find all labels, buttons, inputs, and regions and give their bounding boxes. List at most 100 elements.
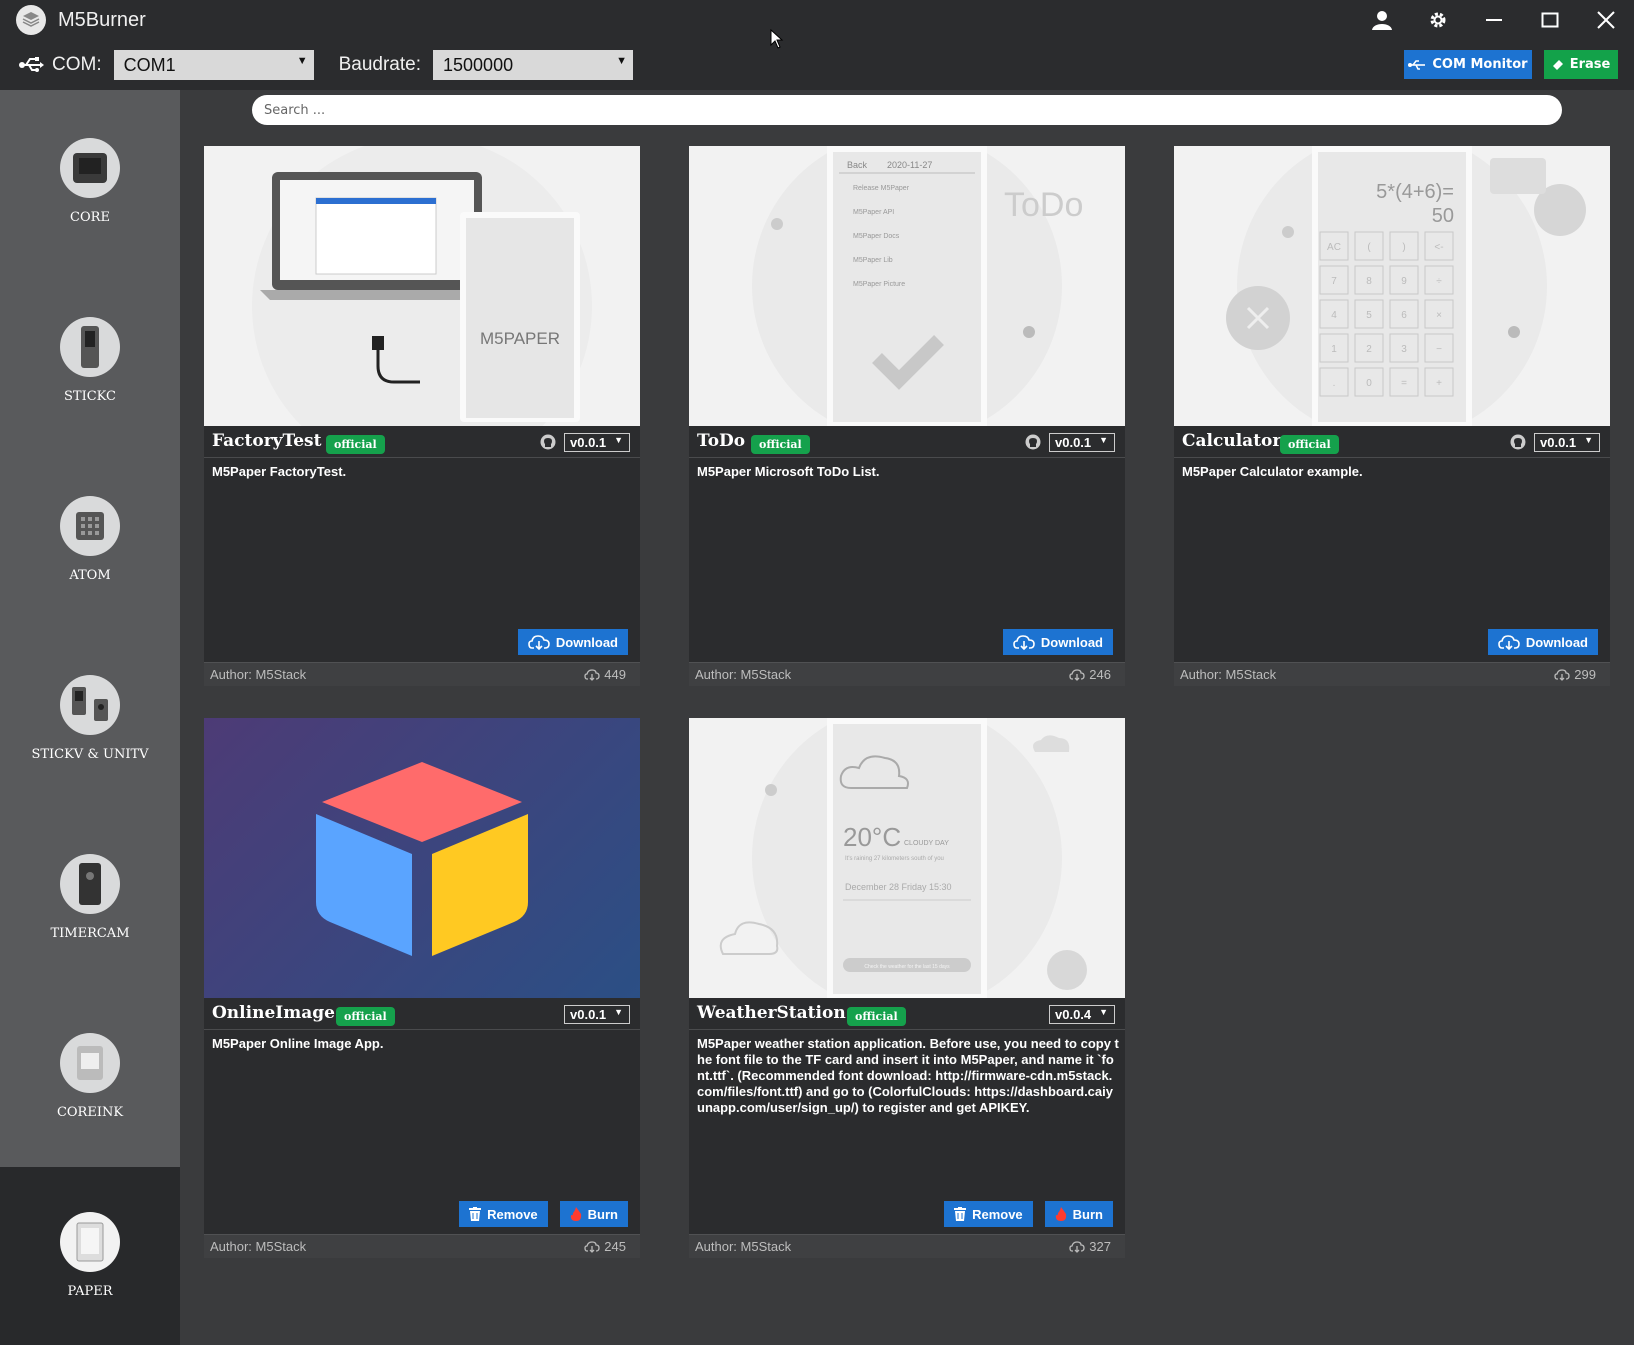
calc-key-label: − [1436, 344, 1442, 355]
version-select[interactable]: v0.0.1 ▼ [1049, 433, 1115, 452]
remove-button[interactable]: Remove [459, 1201, 548, 1227]
sidebar-item-label: TIMERCAM [50, 926, 130, 941]
com-monitor-label: COM Monitor [1432, 57, 1528, 72]
todo-item-text: M5Paper API [853, 209, 894, 216]
paper-device-icon [60, 1212, 120, 1272]
calc-key-label: 7 [1331, 276, 1337, 287]
chevron-down-icon: ▼ [296, 55, 308, 67]
todo-item-text: M5Paper Lib [853, 257, 893, 264]
calc-expression-text: 5*(4+6)= [1376, 181, 1454, 203]
eraser-icon [1552, 59, 1563, 70]
com-port-select[interactable]: COM1 ▼ [113, 50, 314, 80]
sidebar-item-paper[interactable]: PAPER [0, 1164, 180, 1334]
download-count: 327 [1069, 1239, 1111, 1254]
usb-icon [18, 55, 44, 75]
timercam-device-icon [60, 854, 120, 914]
trash-icon [954, 1207, 967, 1221]
version-select[interactable]: v0.0.1 ▼ [564, 433, 630, 452]
close-icon[interactable] [1578, 0, 1634, 40]
burn-button[interactable]: Burn [1044, 1201, 1113, 1227]
author-label: Author: M5Stack [210, 667, 307, 682]
version-value: v0.0.4 [1055, 1007, 1092, 1022]
sidebar-item-core[interactable]: CORE [0, 90, 180, 260]
card-header: ToDo official v0.0.1 ▼ [689, 426, 1125, 458]
todo-item-text: M5Paper Docs [853, 233, 900, 240]
todo-date-text: 2020-11-27 [887, 160, 932, 170]
firmware-name: ToDo [697, 431, 746, 451]
calc-key-label: <- [1434, 242, 1443, 253]
com-monitor-button[interactable]: COM Monitor [1404, 50, 1532, 79]
search-input[interactable]: Search ... [252, 95, 1562, 125]
chevron-down-icon: ▼ [1099, 1007, 1108, 1017]
firmware-preview-image: M5PAPER [204, 146, 640, 426]
version-value: v0.0.1 [1540, 435, 1577, 450]
calc-key-label: AC [1327, 242, 1341, 253]
firmware-preview-image: 20°C CLOUDY DAY It's raining 27 kilomete… [689, 718, 1125, 998]
official-badge: official [847, 1007, 906, 1026]
chevron-down-icon: ▼ [1584, 435, 1593, 445]
firmware-preview-image [204, 718, 640, 998]
author-label: Author: M5Stack [1180, 667, 1277, 682]
user-icon[interactable] [1354, 0, 1410, 40]
card-header: Calculator official v0.0.1 ▼ [1174, 426, 1610, 458]
sidebar-item-stickc[interactable]: STICKC [0, 269, 180, 439]
sidebar-item-atom[interactable]: ATOM [0, 448, 180, 618]
author-label: Author: M5Stack [695, 1239, 792, 1254]
baudrate-select[interactable]: 1500000 ▼ [433, 50, 634, 80]
version-select[interactable]: v0.0.4 ▼ [1049, 1005, 1115, 1024]
erase-button[interactable]: Erase [1544, 50, 1618, 79]
todo-item-text: M5Paper Picture [853, 281, 905, 288]
remove-button[interactable]: Remove [944, 1201, 1033, 1227]
github-icon[interactable] [540, 434, 556, 450]
sidebar-item-timercam[interactable]: TIMERCAM [0, 806, 180, 976]
firmware-card-todo: Back 2020-11-27 Release M5Paper M5Paper … [689, 146, 1125, 686]
sidebar-item-label: ATOM [69, 568, 111, 583]
burn-button[interactable]: Burn [559, 1201, 628, 1227]
usb-icon [1408, 59, 1426, 70]
card-footer: Author: M5Stack 245 [204, 1234, 640, 1258]
calc-key-label: 3 [1401, 344, 1407, 355]
firmware-name: WeatherStation [697, 1003, 846, 1023]
firmware-description: M5Paper FactoryTest. [212, 464, 347, 479]
title-bar: M5Burner [0, 0, 1634, 40]
chevron-down-icon: ▼ [614, 1007, 623, 1017]
download-button[interactable]: Download [1487, 629, 1598, 655]
version-select[interactable]: v0.0.1 ▼ [564, 1005, 630, 1024]
calc-result-text: 50 [1432, 205, 1454, 227]
calc-key-label: ) [1402, 242, 1405, 253]
core-device-icon [60, 138, 120, 198]
download-count-value: 327 [1089, 1239, 1111, 1254]
version-select[interactable]: v0.0.1 ▼ [1534, 433, 1600, 452]
fire-icon [1055, 1207, 1066, 1221]
firmware-name: FactoryTest [212, 431, 322, 451]
trash-icon [469, 1207, 482, 1221]
settings-gear-icon[interactable] [1410, 0, 1466, 40]
github-icon[interactable] [1025, 434, 1041, 450]
firmware-description: M5Paper Online Image App. [212, 1036, 384, 1051]
sidebar-item-coreink[interactable]: COREINK [0, 985, 180, 1155]
burn-label: Burn [1072, 1206, 1103, 1222]
download-count-value: 245 [604, 1239, 626, 1254]
sidebar-item-label: PAPER [67, 1284, 113, 1299]
maximize-icon[interactable] [1522, 0, 1578, 40]
baudrate-label: Baudrate: [338, 54, 422, 75]
calc-key-label: 2 [1366, 344, 1372, 355]
github-icon[interactable] [1510, 434, 1526, 450]
calc-key-label: . [1333, 378, 1336, 389]
coreink-device-icon [60, 1033, 120, 1093]
cloud-download-icon [1013, 635, 1035, 650]
firmware-preview-image: 5*(4+6)= 50 AC() <- 7 8 9 ÷ 4 5 6 × 1 2 3−. 0 = + [1174, 146, 1610, 426]
sidebar-item-stickv-unitv[interactable]: STICKV & UNITV [0, 627, 180, 797]
firmware-preview-image: Back 2020-11-27 Release M5Paper M5Paper … [689, 146, 1125, 426]
remove-label: Remove [972, 1206, 1023, 1222]
cloud-download-icon [528, 635, 550, 650]
minimize-icon[interactable] [1466, 0, 1522, 40]
download-button[interactable]: Download [517, 629, 628, 655]
calc-key-label: 6 [1401, 310, 1407, 321]
download-count: 245 [584, 1239, 626, 1254]
author-label: Author: M5Stack [695, 667, 792, 682]
chevron-down-icon: ▼ [614, 435, 623, 445]
download-button[interactable]: Download [1002, 629, 1113, 655]
firmware-card-weatherstation: 20°C CLOUDY DAY It's raining 27 kilomete… [689, 718, 1125, 1258]
download-label: Download [1040, 634, 1103, 650]
